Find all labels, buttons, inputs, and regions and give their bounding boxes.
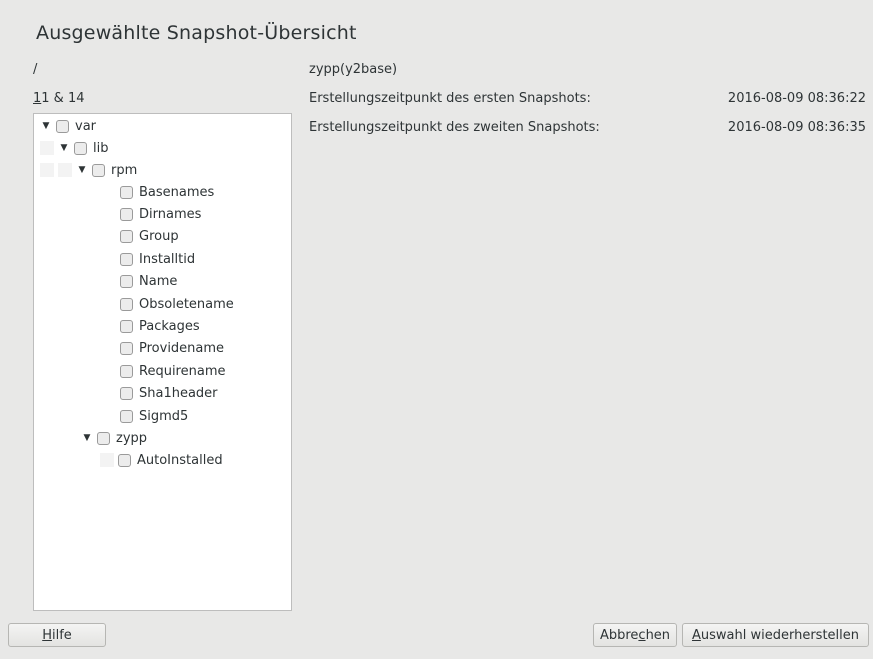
- cancel-label-post: hen: [645, 627, 671, 643]
- snapshot-numbers: 11 & 14: [33, 91, 85, 106]
- tree-item-label: Sigmd5: [139, 408, 189, 424]
- tree-item-label: Packages: [139, 318, 200, 334]
- expander-lib-icon[interactable]: ▼: [58, 142, 70, 154]
- restore-selection-button[interactable]: Auswahl wiederherstellen: [682, 623, 869, 647]
- checkbox-file[interactable]: [120, 409, 133, 423]
- checkbox-rpm[interactable]: [92, 163, 105, 177]
- checkbox-file[interactable]: [120, 252, 133, 266]
- tree-item-label: Requirename: [139, 363, 226, 379]
- tree-item-lib[interactable]: ▼ lib: [40, 137, 108, 159]
- checkbox-zypp[interactable]: [97, 431, 110, 445]
- checkbox-var[interactable]: [56, 119, 69, 133]
- tree-item-file[interactable]: Basenames: [120, 181, 214, 203]
- tree-item-file[interactable]: AutoInstalled: [100, 449, 223, 471]
- help-label: ilfe: [51, 627, 72, 643]
- tree-item-label: zypp: [116, 430, 148, 446]
- tree-item-label: rpm: [111, 162, 138, 178]
- checkbox-lib[interactable]: [74, 141, 87, 155]
- checkbox-file[interactable]: [120, 319, 133, 333]
- tree-item-file[interactable]: Installtid: [120, 248, 195, 270]
- info-label-first: Erstellungszeitpunkt des ersten Snapshot…: [309, 91, 591, 106]
- tree-item-file[interactable]: Name: [120, 271, 177, 293]
- checkbox-file[interactable]: [120, 185, 133, 199]
- tree-item-label: Providename: [139, 341, 225, 357]
- tree-item-label: var: [75, 118, 97, 134]
- indent-spacer: [58, 163, 72, 177]
- tree-item-label: Name: [139, 274, 178, 290]
- tree-item-rpm[interactable]: ▼ rpm: [40, 159, 137, 181]
- tree-item-label: lib: [93, 140, 109, 156]
- tree-item-label: Group: [139, 229, 179, 245]
- dialog-title: Ausgewählte Snapshot-Übersicht: [36, 22, 357, 44]
- cancel-mnemonic: c: [638, 627, 646, 643]
- checkbox-file[interactable]: [120, 230, 133, 244]
- tree-item-file[interactable]: Group: [120, 226, 179, 248]
- restore-mnemonic: A: [691, 627, 701, 643]
- expander-zypp-icon[interactable]: ▼: [81, 432, 93, 444]
- help-button[interactable]: Hilfe: [8, 623, 106, 647]
- expander-rpm-icon[interactable]: ▼: [76, 164, 88, 176]
- tree-item-file[interactable]: Sigmd5: [120, 405, 188, 427]
- info-label-second: Erstellungszeitpunkt des zweiten Snapsho…: [309, 120, 600, 135]
- checkbox-file[interactable]: [120, 342, 133, 356]
- expander-var-icon[interactable]: ▼: [40, 120, 52, 132]
- checkbox-file[interactable]: [120, 207, 133, 221]
- tree-item-file[interactable]: Requirename: [120, 360, 225, 382]
- indent-spacer: [100, 453, 114, 467]
- help-mnemonic: H: [42, 627, 52, 643]
- tree-item-label: Dirnames: [139, 206, 202, 222]
- tree-item-label: Obsoletename: [139, 296, 234, 312]
- info-value-first: 2016-08-09 08:36:22: [727, 91, 866, 106]
- file-tree[interactable]: ▼ var ▼ lib ▼ rpm Basenames Dirnames Group…: [33, 113, 292, 611]
- tree-item-label: Sha1header: [139, 386, 218, 402]
- tree-item-label: AutoInstalled: [137, 452, 223, 468]
- snapshot-path: /: [33, 62, 38, 77]
- restore-label: uswahl wiederherstellen: [700, 627, 860, 643]
- checkbox-file[interactable]: [118, 453, 131, 467]
- checkbox-file[interactable]: [120, 364, 133, 378]
- checkbox-file[interactable]: [120, 275, 133, 289]
- tree-item-file[interactable]: Obsoletename: [120, 293, 234, 315]
- tree-item-file[interactable]: Sha1header: [120, 383, 218, 405]
- cancel-button[interactable]: Abbre c hen: [593, 623, 677, 647]
- cancel-label-pre: Abbre: [599, 627, 639, 643]
- tree-item-file[interactable]: Dirnames: [120, 203, 201, 225]
- info-value-second: 2016-08-09 08:36:35: [727, 120, 866, 135]
- tree-item-file[interactable]: Providename: [120, 338, 224, 360]
- checkbox-file[interactable]: [120, 297, 133, 311]
- snapshot-source: zypp(y2base): [309, 62, 398, 77]
- tree-item-label: Installtid: [139, 251, 196, 267]
- tree-item-zypp[interactable]: ▼ zypp: [81, 427, 148, 449]
- tree-item-var[interactable]: ▼ var: [40, 115, 96, 137]
- tree-item-label: Basenames: [139, 184, 215, 200]
- snapshot-numbers-rest: 1 & 14: [41, 91, 85, 106]
- indent-spacer: [40, 163, 54, 177]
- tree-item-file[interactable]: Packages: [120, 315, 200, 337]
- indent-spacer: [40, 141, 54, 155]
- checkbox-file[interactable]: [120, 387, 133, 401]
